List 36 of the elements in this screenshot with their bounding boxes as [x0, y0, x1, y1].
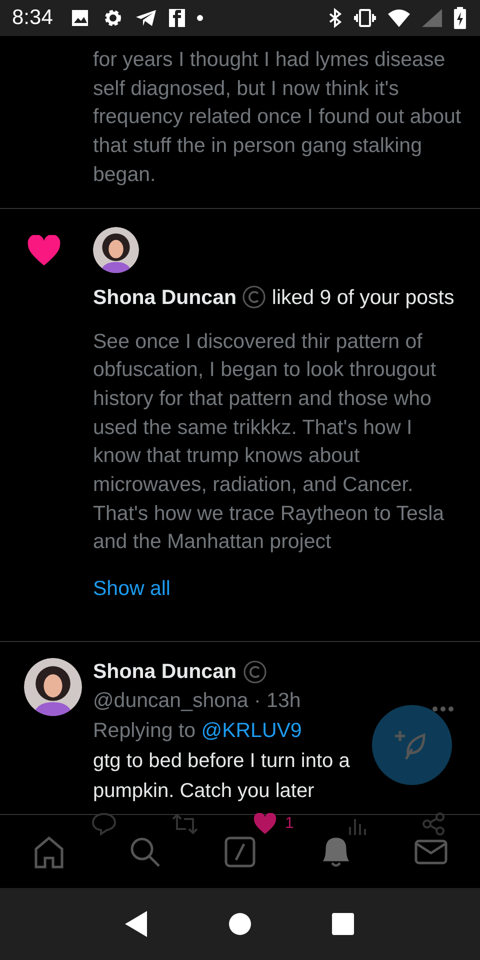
settings-icon	[102, 8, 123, 28]
retweet-icon[interactable]	[171, 813, 200, 836]
home-button-icon[interactable]	[228, 912, 252, 936]
show-all-link[interactable]: Show all	[93, 575, 170, 604]
battery-icon	[454, 7, 466, 29]
share-icon[interactable]	[422, 812, 446, 836]
heart-icon	[26, 234, 62, 267]
replying-label: Replying to	[93, 719, 196, 742]
verified-badge-icon	[242, 284, 266, 309]
back-icon[interactable]	[124, 911, 149, 937]
paper-plane-icon	[134, 9, 157, 27]
dot-icon	[196, 15, 203, 21]
signal-icon	[422, 9, 442, 27]
bluetooth-icon	[328, 8, 342, 28]
like-count: 1	[285, 815, 294, 834]
tweet-text: gtg to bed before I turn into a pumpkin. Catch you later	[93, 749, 351, 804]
reply-icon[interactable]	[91, 812, 117, 836]
wifi-icon	[388, 9, 410, 27]
more-icon[interactable]	[432, 706, 454, 712]
status-time: 8:34	[12, 6, 53, 30]
home-icon[interactable]	[32, 835, 66, 869]
notification-text: Shona Duncan liked 9 of your posts	[93, 284, 454, 311]
verified-badge-icon	[242, 660, 267, 684]
post-text: See once I discovered thir pattern of obfuscation, I began to look througout history for that pattern and those who used the same trikkkz. That's how I know that trump knows about microwaves, radiation, and Cancer. That's how we trace Raytheon to Tesla and the Manhattan project	[93, 328, 446, 556]
author-name[interactable]: Shona Duncan	[93, 658, 237, 686]
mention-link[interactable]: @KRLUV9	[201, 719, 302, 742]
image-notification-icon	[70, 9, 91, 27]
heart-icon[interactable]	[253, 813, 278, 836]
author-handle: @duncan_shona · 13h	[93, 688, 301, 714]
slash-square-icon[interactable]	[223, 835, 257, 869]
avatar[interactable]	[24, 658, 82, 716]
avatar[interactable]	[93, 226, 139, 273]
post-text: for years I thought I had lymes disease self diagnosed, but I now think it's frequency related once I found out about that stuff the in person gang stalking began.	[92, 47, 462, 188]
recents-icon[interactable]	[331, 912, 356, 936]
app-notification-icon	[168, 9, 185, 27]
vibrate-icon	[354, 9, 376, 27]
